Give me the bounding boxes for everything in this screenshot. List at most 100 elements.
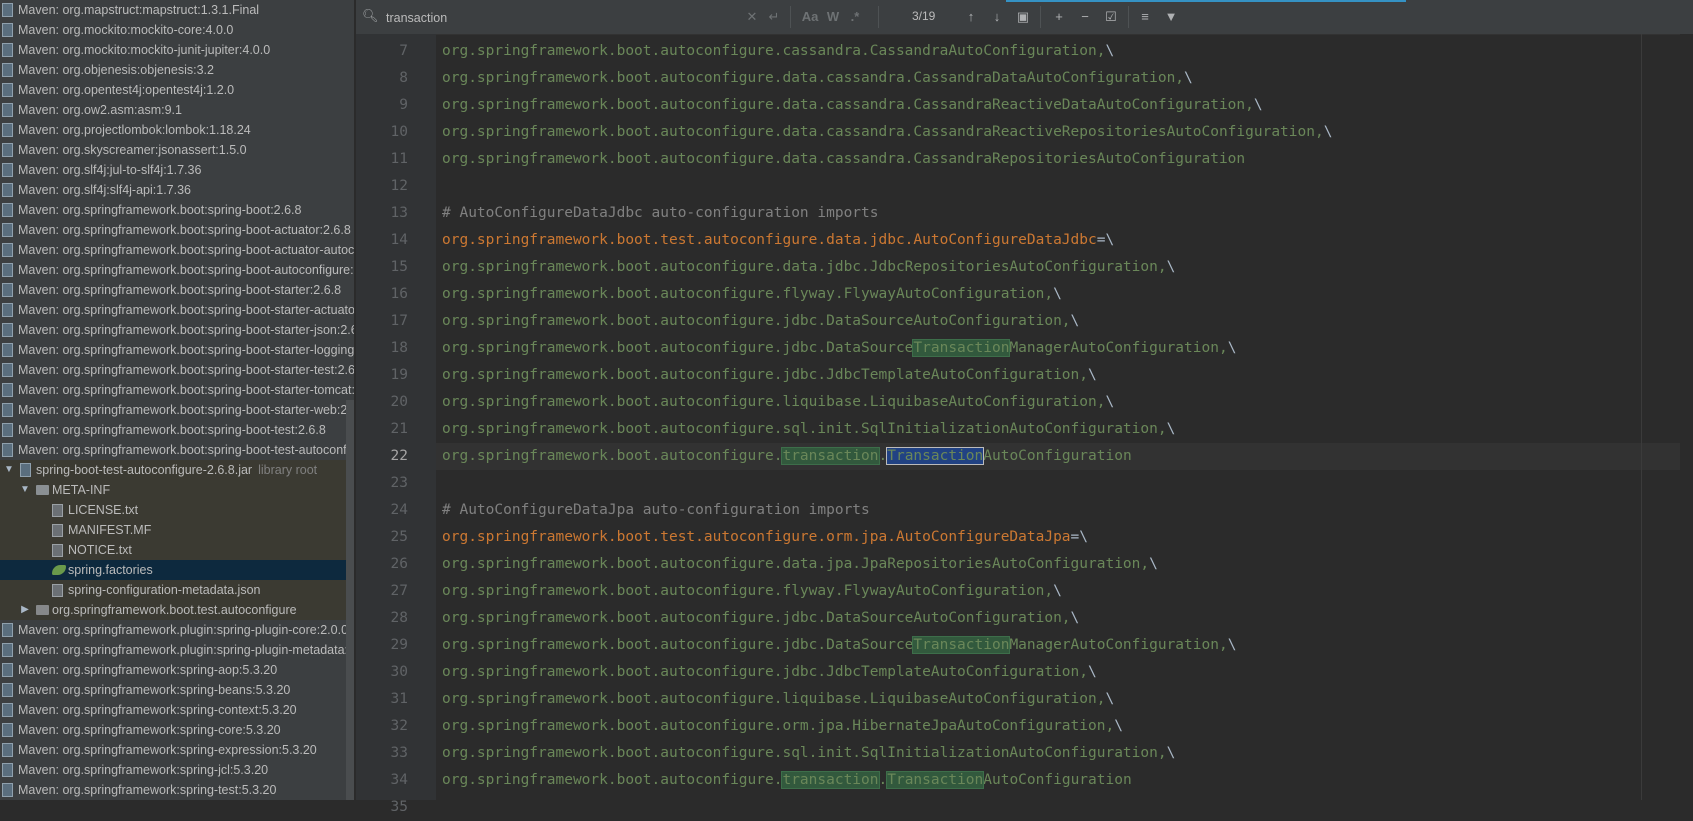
regex-toggle[interactable]: .* (846, 8, 864, 26)
tree-item[interactable]: ▼ META-INF (0, 480, 354, 500)
tree-item-label: Maven: org.mapstruct:mapstruct:1.3.1.Fin… (18, 3, 260, 17)
code-line[interactable]: org.springframework.boot.test.autoconfig… (436, 524, 1693, 551)
code-line[interactable]: org.springframework.boot.autoconfigure.d… (436, 65, 1693, 92)
tree-item[interactable]: Maven: org.springframework.boot:spring-b… (0, 220, 354, 240)
line-number: 7 (399, 43, 408, 59)
code-line[interactable]: org.springframework.boot.autoconfigure.s… (436, 416, 1693, 443)
new-line-icon[interactable]: ↵ (766, 8, 782, 26)
next-occurrence-icon[interactable]: ↓ (988, 8, 1006, 26)
chevron-down-icon[interactable]: ▼ (4, 460, 14, 480)
code-line[interactable]: org.springframework.boot.autoconfigure.j… (436, 308, 1693, 335)
tree-item[interactable]: Maven: org.springframework.boot:spring-b… (0, 200, 354, 220)
tree-item[interactable]: ▼ spring-boot-test-autoconfigure-2.6.8.ja… (0, 460, 354, 480)
code-line[interactable]: # AutoConfigureDataJpa auto-configuratio… (436, 497, 1693, 524)
select-all-occurrences-icon[interactable]: ☑ (1102, 8, 1120, 26)
code-line[interactable]: org.springframework.boot.autoconfigure.t… (436, 767, 1693, 794)
tree-item[interactable]: Maven: org.skyscreamer:jsonassert:1.5.0 (0, 140, 354, 160)
filter-options-icon[interactable]: ≡ (1136, 8, 1154, 26)
tree-item[interactable]: Maven: org.springframework:spring-core:5… (0, 720, 354, 740)
code-line[interactable]: # AutoConfigureDataJdbc auto-configurati… (436, 200, 1693, 227)
filter-icon[interactable]: ▼ (1162, 8, 1180, 26)
code-line[interactable]: org.springframework.boot.autoconfigure.d… (436, 119, 1693, 146)
tree-item[interactable]: Maven: org.springframework:spring-aop:5.… (0, 660, 354, 680)
code-line[interactable]: org.springframework.boot.autoconfigure.d… (436, 146, 1693, 173)
tree-item[interactable]: Maven: org.springframework:spring-contex… (0, 700, 354, 720)
code-token: org.springframework.boot.autoconfigure.d… (442, 70, 1185, 86)
tree-item[interactable]: Maven: org.slf4j:slf4j-api:1.7.36 (0, 180, 354, 200)
tree-item[interactable]: Maven: org.springframework:spring-test:5… (0, 780, 354, 800)
tree-item[interactable]: Maven: org.springframework.boot:spring-b… (0, 360, 354, 380)
library-icon (2, 783, 13, 797)
previous-occurrence-icon[interactable]: ↑ (962, 8, 980, 26)
search-icon[interactable]: 🔍︎ (362, 8, 379, 24)
code-line[interactable]: org.springframework.boot.autoconfigure.o… (436, 713, 1693, 740)
code-area[interactable]: org.springframework.boot.autoconfigure.c… (436, 34, 1693, 800)
tree-item[interactable]: spring.factories (0, 560, 354, 580)
code-line[interactable]: org.springframework.boot.test.autoconfig… (436, 227, 1693, 254)
code-line[interactable]: org.springframework.boot.autoconfigure.j… (436, 605, 1693, 632)
words-toggle[interactable]: W (824, 8, 842, 26)
code-line[interactable] (436, 470, 1693, 497)
tree-item[interactable]: Maven: org.springframework:spring-jcl:5.… (0, 760, 354, 780)
code-line[interactable]: org.springframework.boot.autoconfigure.j… (436, 335, 1693, 362)
code-line[interactable]: org.springframework.boot.autoconfigure.f… (436, 578, 1693, 605)
tree-item[interactable]: LICENSE.txt (0, 500, 354, 520)
chevron-right-icon[interactable]: ▶ (20, 600, 30, 620)
tree-item[interactable]: NOTICE.txt (0, 540, 354, 560)
tree-item[interactable]: Maven: org.mapstruct:mapstruct:1.3.1.Fin… (0, 0, 354, 20)
line-number: 22 (390, 448, 408, 464)
tree-item[interactable]: Maven: org.mockito:mockito-junit-jupiter… (0, 40, 354, 60)
match-count: 3/19 (912, 9, 936, 23)
code-line[interactable]: org.springframework.boot.autoconfigure.d… (436, 254, 1693, 281)
code-token: \ (1166, 259, 1176, 275)
tree-item[interactable]: Maven: org.springframework.plugin:spring… (0, 620, 354, 640)
tree-item[interactable]: Maven: org.springframework:spring-expres… (0, 740, 354, 760)
tree-item[interactable]: spring-configuration-metadata.json (0, 580, 354, 600)
code-line[interactable]: org.springframework.boot.autoconfigure.c… (436, 38, 1693, 65)
tree-item[interactable]: Maven: org.objenesis:objenesis:3.2 (0, 60, 354, 80)
code-line[interactable]: org.springframework.boot.autoconfigure.f… (436, 281, 1693, 308)
tree-item[interactable]: Maven: org.opentest4j:opentest4j:1.2.0 (0, 80, 354, 100)
tree-item[interactable]: Maven: org.springframework.plugin:spring… (0, 640, 354, 660)
tree-item[interactable]: Maven: org.springframework.boot:spring-b… (0, 440, 354, 460)
code-line[interactable]: org.springframework.boot.autoconfigure.d… (436, 92, 1693, 119)
open-in-window-icon[interactable]: ▣ (1014, 8, 1032, 26)
code-line[interactable]: org.springframework.boot.autoconfigure.s… (436, 740, 1693, 767)
code-line[interactable]: org.springframework.boot.autoconfigure.l… (436, 389, 1693, 416)
tree-item[interactable]: Maven: org.springframework.boot:spring-b… (0, 320, 354, 340)
code-line[interactable]: org.springframework.boot.autoconfigure.j… (436, 632, 1693, 659)
library-icon (2, 423, 13, 437)
code-token: \ (1166, 421, 1176, 437)
tree-item[interactable]: Maven: org.mockito:mockito-core:4.0.0 (0, 20, 354, 40)
code-token: org.springframework.boot.autoconfigure.j… (442, 313, 1071, 329)
clear-search-icon[interactable]: ✕ (744, 8, 760, 26)
code-line[interactable]: org.springframework.boot.autoconfigure.j… (436, 362, 1693, 389)
tree-item[interactable]: Maven: org.springframework.boot:spring-b… (0, 280, 354, 300)
sidebar-scrollbar[interactable] (346, 400, 354, 800)
tree-item[interactable]: Maven: org.slf4j:jul-to-slf4j:1.7.36 (0, 160, 354, 180)
match-case-toggle[interactable]: Aa (800, 8, 820, 26)
code-line[interactable] (436, 794, 1693, 800)
code-line[interactable]: org.springframework.boot.autoconfigure.j… (436, 659, 1693, 686)
code-line[interactable]: org.springframework.boot.autoconfigure.d… (436, 551, 1693, 578)
tree-item[interactable]: Maven: org.springframework.boot:spring-b… (0, 420, 354, 440)
tree-item[interactable]: MANIFEST.MF (0, 520, 354, 540)
editor-scrollbar[interactable] (1680, 34, 1693, 800)
tree-item[interactable]: Maven: org.springframework.boot:spring-b… (0, 260, 354, 280)
code-line[interactable]: org.springframework.boot.autoconfigure.t… (436, 443, 1693, 470)
search-input[interactable] (384, 7, 768, 29)
tree-item[interactable]: Maven: org.springframework.boot:spring-b… (0, 300, 354, 320)
remove-selection-icon[interactable]: − (1076, 8, 1094, 26)
tree-item[interactable]: Maven: org.springframework.boot:spring-b… (0, 240, 354, 260)
code-line[interactable]: org.springframework.boot.autoconfigure.l… (436, 686, 1693, 713)
tree-item[interactable]: Maven: org.springframework:spring-beans:… (0, 680, 354, 700)
add-selection-icon[interactable]: + (1050, 8, 1068, 26)
tree-item[interactable]: Maven: org.springframework.boot:spring-b… (0, 340, 354, 360)
code-line[interactable] (436, 173, 1693, 200)
tree-item[interactable]: Maven: org.springframework.boot:spring-b… (0, 400, 354, 420)
chevron-down-icon[interactable]: ▼ (20, 480, 30, 500)
tree-item[interactable]: Maven: org.springframework.boot:spring-b… (0, 380, 354, 400)
tree-item[interactable]: Maven: org.ow2.asm:asm:9.1 (0, 100, 354, 120)
tree-item[interactable]: ▶ org.springframework.boot.test.autoconfi… (0, 600, 354, 620)
tree-item[interactable]: Maven: org.projectlombok:lombok:1.18.24 (0, 120, 354, 140)
